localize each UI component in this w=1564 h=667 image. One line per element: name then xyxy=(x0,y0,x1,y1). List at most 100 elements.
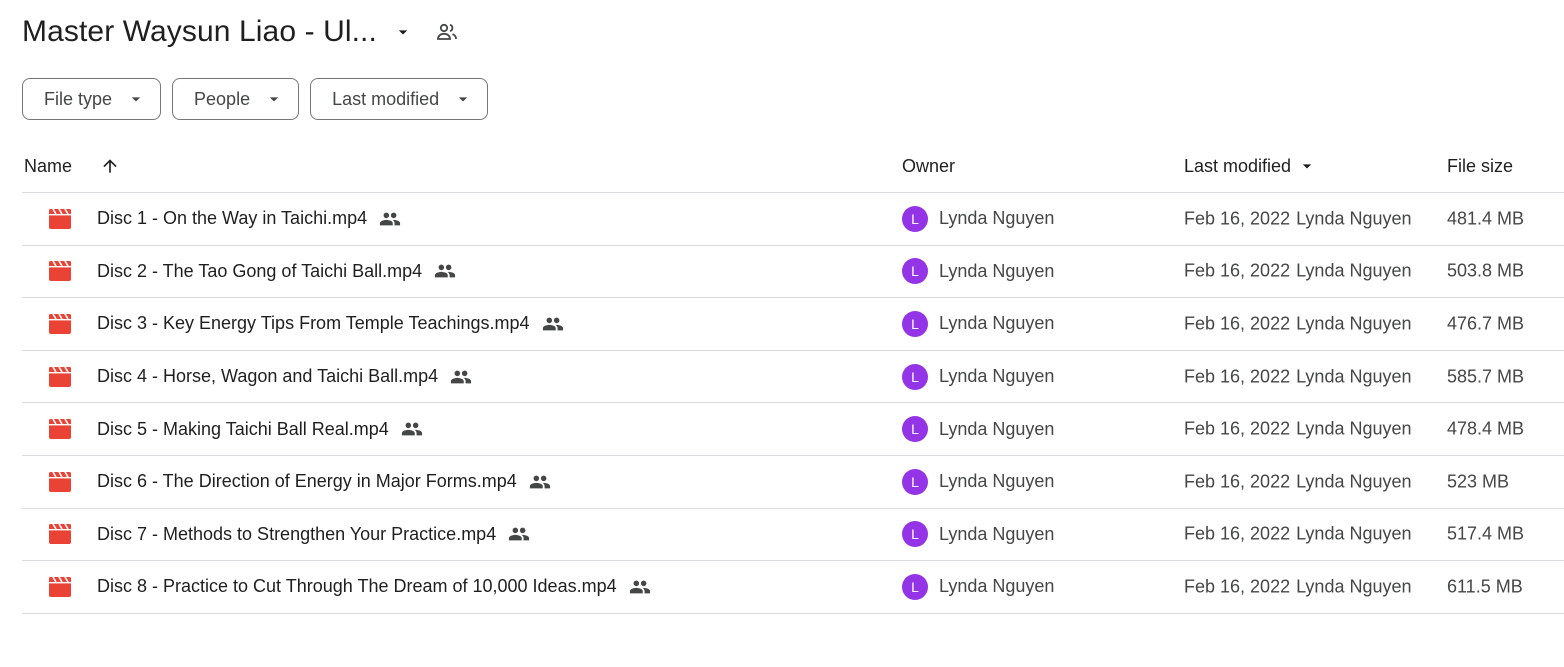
arrow-drop-down-icon[interactable] xyxy=(383,12,423,52)
avatar[interactable]: L xyxy=(902,521,928,548)
name-column-header[interactable]: Name xyxy=(24,156,120,177)
people-icon xyxy=(401,418,423,440)
filter-chip-last-modified[interactable]: Last modified xyxy=(310,78,489,120)
video-file-icon xyxy=(48,365,72,389)
file-name[interactable]: Disc 2 - The Tao Gong of Taichi Ball.mp4 xyxy=(97,261,422,282)
file-size: 585.7 MB xyxy=(1447,366,1525,387)
video-file-icon xyxy=(48,259,72,283)
file-row[interactable]: Disc 2 - The Tao Gong of Taichi Ball.mp4… xyxy=(22,246,1564,299)
owner-name: Lynda Nguyen xyxy=(939,260,1055,281)
owner-cell: L Lynda Nguyen xyxy=(902,521,1055,548)
file-row[interactable]: Disc 3 - Key Energy Tips From Temple Tea… xyxy=(22,298,1564,351)
file-row[interactable]: Disc 1 - On the Way in Taichi.mp4 L Lynda … xyxy=(22,193,1564,246)
drive-folder-view: Master Waysun Liao - Ul... File type Peop… xyxy=(0,0,1564,667)
avatar[interactable]: L xyxy=(902,468,928,495)
video-file-icon xyxy=(48,522,72,546)
video-file-icon xyxy=(48,207,72,231)
file-name-cell: Disc 7 - Methods to Strengthen Your Prac… xyxy=(97,523,530,545)
modified-date: Feb 16, 2022 xyxy=(1184,208,1291,229)
arrow-drop-down-icon xyxy=(453,89,473,109)
file-size: 517.4 MB xyxy=(1447,523,1525,544)
file-size: 478.4 MB xyxy=(1447,418,1525,439)
last-modified-cell: Feb 16, 2022 Lynda Nguyen xyxy=(1184,419,1412,440)
file-size: 611.5 MB xyxy=(1447,576,1523,597)
last-modified-cell: Feb 16, 2022 Lynda Nguyen xyxy=(1184,261,1412,282)
file-row[interactable]: Disc 6 - The Direction of Energy in Majo… xyxy=(22,456,1564,509)
modified-date: Feb 16, 2022 xyxy=(1184,260,1291,281)
file-row[interactable]: Disc 7 - Methods to Strengthen Your Prac… xyxy=(22,509,1564,562)
avatar[interactable]: L xyxy=(902,363,928,390)
owner-name: Lynda Nguyen xyxy=(939,471,1055,492)
file-list-header: Name Owner Last modified File size xyxy=(22,140,1564,193)
modified-by: Lynda Nguyen xyxy=(1296,576,1412,597)
avatar[interactable]: L xyxy=(902,205,928,232)
people-icon xyxy=(629,576,651,598)
modified-by: Lynda Nguyen xyxy=(1296,208,1412,229)
file-name-cell: Disc 2 - The Tao Gong of Taichi Ball.mp4 xyxy=(97,260,456,282)
file-name-cell: Disc 3 - Key Energy Tips From Temple Tea… xyxy=(97,313,564,335)
filter-chip-people[interactable]: People xyxy=(172,78,300,120)
last-modified-cell: Feb 16, 2022 Lynda Nguyen xyxy=(1184,366,1412,387)
owner-name: Lynda Nguyen xyxy=(939,523,1055,544)
modified-date: Feb 16, 2022 xyxy=(1184,523,1291,544)
file-size-column-header[interactable]: File size xyxy=(1447,156,1513,177)
arrow-upward-icon[interactable] xyxy=(100,156,120,176)
avatar[interactable]: L xyxy=(902,416,928,443)
owner-cell: L Lynda Nguyen xyxy=(902,363,1054,390)
file-row[interactable]: Disc 5 - Making Taichi Ball Real.mp4 L Lyn… xyxy=(22,403,1564,456)
modified-date: Feb 16, 2022 xyxy=(1184,576,1291,597)
owner-name: Lynda Nguyen xyxy=(939,313,1055,334)
video-file-icon xyxy=(48,417,72,441)
avatar[interactable]: L xyxy=(902,310,928,337)
file-name[interactable]: Disc 6 - The Direction of Energy in Majo… xyxy=(97,471,517,492)
last-modified-cell: Feb 16, 2022 Lynda Nguyen xyxy=(1184,524,1412,545)
video-file-icon xyxy=(48,470,72,494)
video-file-icon xyxy=(48,312,72,336)
file-name-cell: Disc 5 - Making Taichi Ball Real.mp4 xyxy=(97,418,423,440)
modified-by: Lynda Nguyen xyxy=(1296,523,1412,544)
owner-cell: L Lynda Nguyen xyxy=(902,416,1054,443)
owner-cell: L Lynda Nguyen xyxy=(902,468,1055,495)
last-modified-cell: Feb 16, 2022 Lynda Nguyen xyxy=(1184,208,1412,229)
file-name-cell: Disc 6 - The Direction of Energy in Majo… xyxy=(97,471,551,493)
file-row[interactable]: Disc 4 - Horse, Wagon and Taichi Ball.mp… xyxy=(22,351,1564,404)
filter-chip-label: People xyxy=(194,88,251,109)
owner-column-header[interactable]: Owner xyxy=(902,156,955,177)
modified-date: Feb 16, 2022 xyxy=(1184,418,1291,439)
file-name[interactable]: Disc 7 - Methods to Strengthen Your Prac… xyxy=(97,524,496,545)
modified-by: Lynda Nguyen xyxy=(1296,313,1412,334)
people-icon xyxy=(434,260,456,282)
file-name[interactable]: Disc 5 - Making Taichi Ball Real.mp4 xyxy=(97,419,389,440)
file-name-cell: Disc 1 - On the Way in Taichi.mp4 xyxy=(97,208,401,230)
people-icon xyxy=(508,523,530,545)
people-icon[interactable] xyxy=(429,14,465,50)
file-name[interactable]: Disc 1 - On the Way in Taichi.mp4 xyxy=(97,208,367,229)
owner-cell: L Lynda Nguyen xyxy=(902,258,1055,285)
modified-date: Feb 16, 2022 xyxy=(1184,366,1291,387)
last-modified-column-label: Last modified xyxy=(1184,155,1292,176)
owner-name: Lynda Nguyen xyxy=(939,208,1055,229)
file-row[interactable]: Disc 8 - Practice to Cut Through The Dre… xyxy=(22,561,1564,614)
filter-chip-label: File type xyxy=(44,88,113,109)
last-modified-cell: Feb 16, 2022 Lynda Nguyen xyxy=(1184,313,1412,334)
people-icon xyxy=(379,208,401,230)
file-name[interactable]: Disc 4 - Horse, Wagon and Taichi Ball.mp… xyxy=(97,366,438,387)
file-size: 523 MB xyxy=(1447,471,1510,492)
file-size: 503.8 MB xyxy=(1447,260,1525,281)
avatar[interactable]: L xyxy=(902,258,928,285)
folder-title[interactable]: Master Waysun Liao - Ul... xyxy=(22,15,377,49)
arrow-drop-down-icon xyxy=(126,89,146,109)
file-name[interactable]: Disc 3 - Key Energy Tips From Temple Tea… xyxy=(97,313,530,334)
people-icon xyxy=(529,471,551,493)
filter-chip-file-type[interactable]: File type xyxy=(22,78,162,120)
arrow-drop-down-icon xyxy=(1297,156,1317,176)
filter-chips: File type People Last modified xyxy=(22,78,489,120)
file-name[interactable]: Disc 8 - Practice to Cut Through The Dre… xyxy=(97,576,617,597)
last-modified-column-header[interactable]: Last modified xyxy=(1184,156,1317,177)
file-list: Name Owner Last modified File size Disc … xyxy=(22,140,1564,614)
owner-name: Lynda Nguyen xyxy=(939,576,1055,597)
filter-chip-label: Last modified xyxy=(332,88,440,109)
file-name-cell: Disc 4 - Horse, Wagon and Taichi Ball.mp… xyxy=(97,366,472,388)
people-icon xyxy=(450,366,472,388)
avatar[interactable]: L xyxy=(902,573,928,600)
